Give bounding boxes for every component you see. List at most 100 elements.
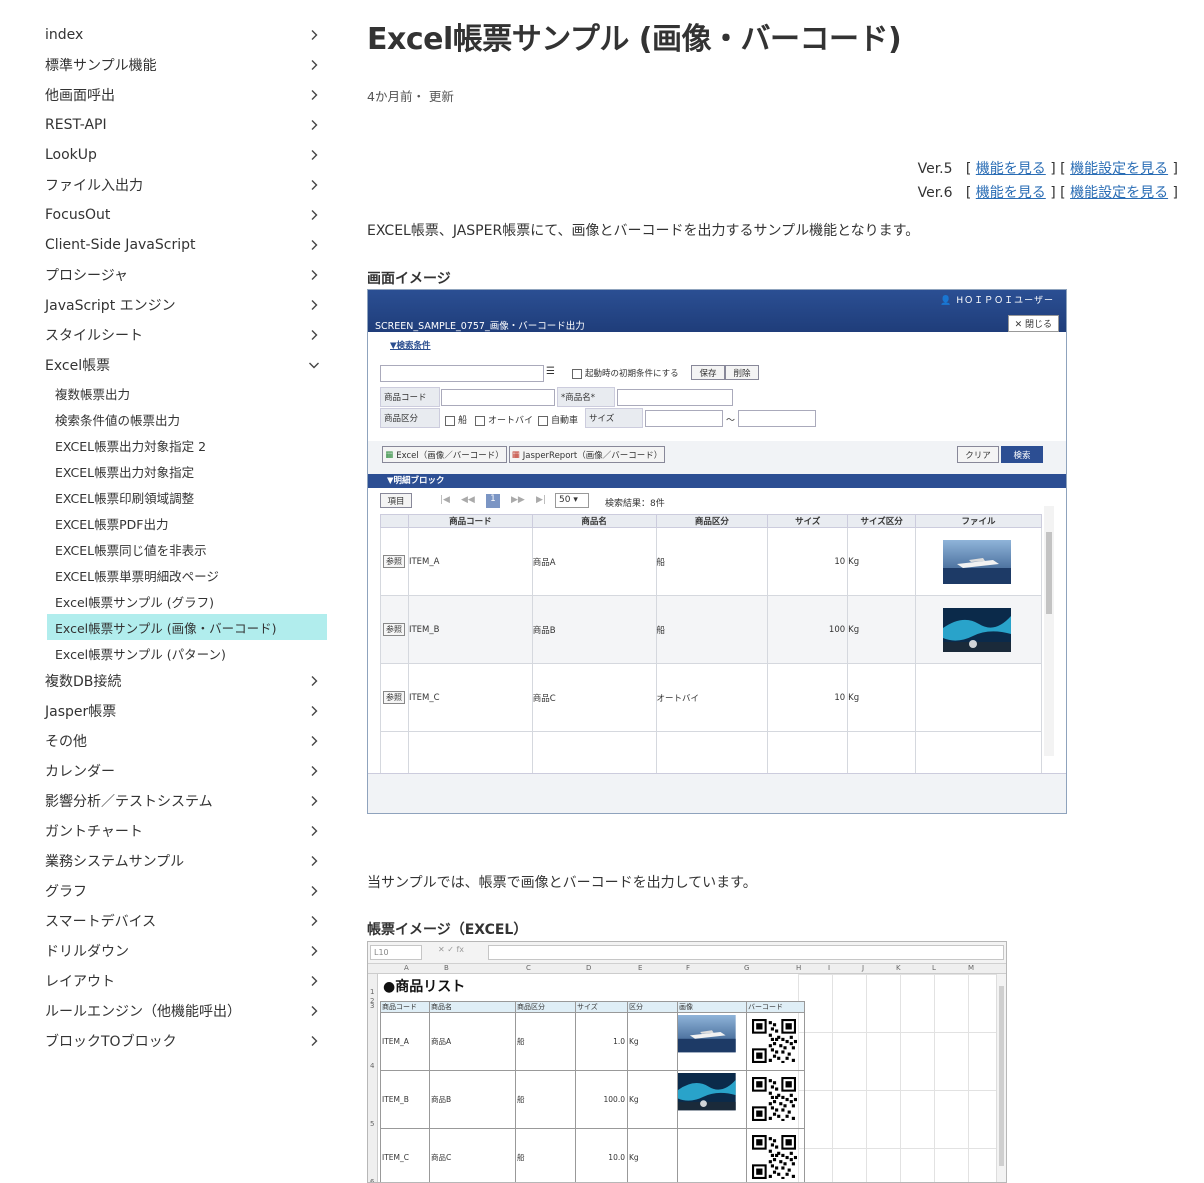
excel-report-image: L10 ✕ ✓ fx ABCDEFGHIJKLM 123456 ●商品リスト 商… xyxy=(367,941,1007,1183)
chevron-right-icon xyxy=(308,239,320,251)
row-headers: 123456 xyxy=(368,974,378,1182)
pdf-icon: ▦ xyxy=(511,449,520,460)
sidebar-item-label: REST-API xyxy=(45,117,107,133)
sidebar-item-label: プロシージャ xyxy=(45,268,129,284)
grid-cell-size: 10 xyxy=(767,663,849,732)
sidebar-item[interactable]: JavaScript エンジン xyxy=(0,290,340,320)
app-detail-bar: ▼明細ブロック xyxy=(368,474,1066,488)
chevron-right-icon xyxy=(308,179,320,191)
grid-header-cell: 商品名 xyxy=(531,514,657,528)
sidebar-subitem[interactable]: EXCEL帳票同じ値を非表示 xyxy=(0,536,340,562)
chevron-right-icon xyxy=(308,119,320,131)
sidebar-item-label: LookUp xyxy=(45,147,97,163)
grid-row: 参照 ITEM_A 商品A 船 10 Kg xyxy=(380,527,1042,596)
app-condition-select xyxy=(380,365,544,382)
page-title: Excel帳票サンプル (画像・バーコード) xyxy=(367,22,902,57)
sheet-cell-size: 1.0 xyxy=(575,1012,628,1071)
sheet-row: ITEM_B 商品B 船 100.0 Kg xyxy=(380,1070,805,1129)
sheet-header-cell: バーコード xyxy=(746,1001,805,1013)
row-header: 1 xyxy=(370,988,375,996)
grid-cell-code: ITEM_A xyxy=(407,527,533,596)
sidebar-item[interactable]: REST-API xyxy=(0,110,340,140)
chevron-right-icon xyxy=(308,675,320,687)
sheet-header-cell: 区分 xyxy=(627,1001,678,1013)
sidebar-item[interactable]: ルールエンジン（他機能呼出） xyxy=(0,996,340,1026)
view-settings-link[interactable]: 機能設定を見る xyxy=(1070,185,1168,201)
sidebar-subitem[interactable]: EXCEL帳票単票明細改ページ xyxy=(0,562,340,588)
grid-cell-code: ITEM_B xyxy=(407,595,533,664)
sidebar-item[interactable]: 複数DB接続 xyxy=(0,666,340,696)
sidebar-item[interactable]: レイアウト xyxy=(0,966,340,996)
formula-input xyxy=(488,945,1004,960)
page-meta: 4か月前・ 更新 xyxy=(367,89,454,104)
result-count: 検索結果：8件 xyxy=(605,499,665,509)
sidebar-subitem[interactable]: Excel帳票サンプル (パターン) xyxy=(0,640,340,666)
version-label: Ver.6 xyxy=(917,185,953,201)
sidebar-subitem[interactable]: EXCEL帳票出力対象指定 2 xyxy=(0,432,340,458)
sidebar-item[interactable]: 標準サンプル機能 xyxy=(0,50,340,80)
sidebar-nav: index 標準サンプル機能 他画面呼出 REST-API LookUp ファイル入出力 F… xyxy=(0,20,340,1056)
sidebar-item[interactable]: カレンダー xyxy=(0,756,340,786)
chevron-right-icon xyxy=(308,945,320,957)
sidebar-item[interactable]: スマートデバイス xyxy=(0,906,340,936)
view-feature-link[interactable]: 機能を見る xyxy=(976,185,1046,201)
pager-first-icon: |◀ xyxy=(440,495,450,505)
sidebar-item[interactable]: ガントチャート xyxy=(0,816,340,846)
qr-code-icon xyxy=(752,1134,798,1180)
sidebar-item[interactable]: グラフ xyxy=(0,876,340,906)
sidebar-item-excel-reports[interactable]: Excel帳票 xyxy=(0,350,340,380)
chevron-right-icon xyxy=(308,1005,320,1017)
sheet-header-cell: 商品名 xyxy=(429,1001,516,1013)
grid-cell-unit: Kg xyxy=(847,663,917,732)
sidebar-item[interactable]: ドリルダウン xyxy=(0,936,340,966)
sidebar-subitem[interactable]: 複数帳票出力 xyxy=(0,380,340,406)
sidebar-subitem[interactable]: EXCEL帳票PDF出力 xyxy=(0,510,340,536)
sidebar-item-label: スマートデバイス xyxy=(45,914,157,930)
column-headers: A B C D E F G H I J K L M xyxy=(368,964,1006,974)
app-size-from xyxy=(645,410,723,427)
sidebar-item[interactable]: ファイル入出力 xyxy=(0,170,340,200)
sidebar-item[interactable]: 業務システムサンプル xyxy=(0,846,340,876)
sidebar-item[interactable]: LookUp xyxy=(0,140,340,170)
sidebar-item[interactable]: 他画面呼出 xyxy=(0,80,340,110)
app-initial-checkbox: 起動時の初期条件にする xyxy=(572,367,679,379)
view-settings-link[interactable]: 機能設定を見る xyxy=(1070,161,1168,177)
grid-cell-name: 商品A xyxy=(531,527,657,596)
sidebar-subitem-active[interactable]: Excel帳票サンプル (画像・バーコード) xyxy=(47,614,327,640)
app-jasper-button: ▦ JasperReport（画像／バーコード） xyxy=(509,446,665,463)
view-feature-link[interactable]: 機能を見る xyxy=(976,161,1046,177)
sheet-cell-type: 船 xyxy=(515,1012,576,1071)
sheet-cell-name: 商品C xyxy=(429,1128,516,1182)
grid-cell-file xyxy=(915,527,1042,596)
sidebar-subitem[interactable]: 検索条件値の帳票出力 xyxy=(0,406,340,432)
chevron-right-icon xyxy=(308,59,320,71)
sidebar-item[interactable]: FocusOut xyxy=(0,200,340,230)
column-header: I xyxy=(828,964,831,972)
sidebar-subitem[interactable]: EXCEL帳票出力対象指定 xyxy=(0,458,340,484)
qr-code-icon xyxy=(752,1076,798,1122)
grid-header-cell: 商品コード xyxy=(407,514,533,528)
app-toolbar: ▦ Excel（画像／バーコード） ▦ JasperReport（画像／バーコード）… xyxy=(368,441,1066,471)
sidebar-item[interactable]: index xyxy=(0,20,340,50)
sheet-cell-barcode xyxy=(746,1070,805,1129)
sidebar-item[interactable]: プロシージャ xyxy=(0,260,340,290)
sidebar-subitem[interactable]: Excel帳票サンプル (グラフ) xyxy=(0,588,340,614)
sidebar-item[interactable]: 影響分析／テストシステム xyxy=(0,786,340,816)
app-search-toggle: ▼検索条件 xyxy=(390,341,431,351)
sidebar-item[interactable]: スタイルシート xyxy=(0,320,340,350)
ref-button: 参照 xyxy=(383,623,405,636)
sidebar-item-label: レイアウト xyxy=(45,974,115,990)
chevron-right-icon xyxy=(308,885,320,897)
sidebar-item-label: その他 xyxy=(45,734,87,750)
sheet-cell-type: 船 xyxy=(515,1128,576,1182)
sidebar-item[interactable]: Client-Side JavaScript xyxy=(0,230,340,260)
chevron-right-icon xyxy=(308,705,320,717)
sidebar-item[interactable]: Jasper帳票 xyxy=(0,696,340,726)
app-search-button: 検索 xyxy=(1001,446,1043,463)
sidebar-item[interactable]: その他 xyxy=(0,726,340,756)
sidebar-item-label: Client-Side JavaScript xyxy=(45,237,196,253)
sidebar-subitem[interactable]: EXCEL帳票印刷領域調整 xyxy=(0,484,340,510)
list-icon: ☰ xyxy=(546,366,555,377)
sidebar-item[interactable]: ブロックTOブロック xyxy=(0,1026,340,1056)
app-grid-area: 項目 |◀ ◀◀ 1 ▶▶ ▶| 50 ▾ 検索結果：8件 商品コード 商品名 商品… xyxy=(368,488,1066,800)
